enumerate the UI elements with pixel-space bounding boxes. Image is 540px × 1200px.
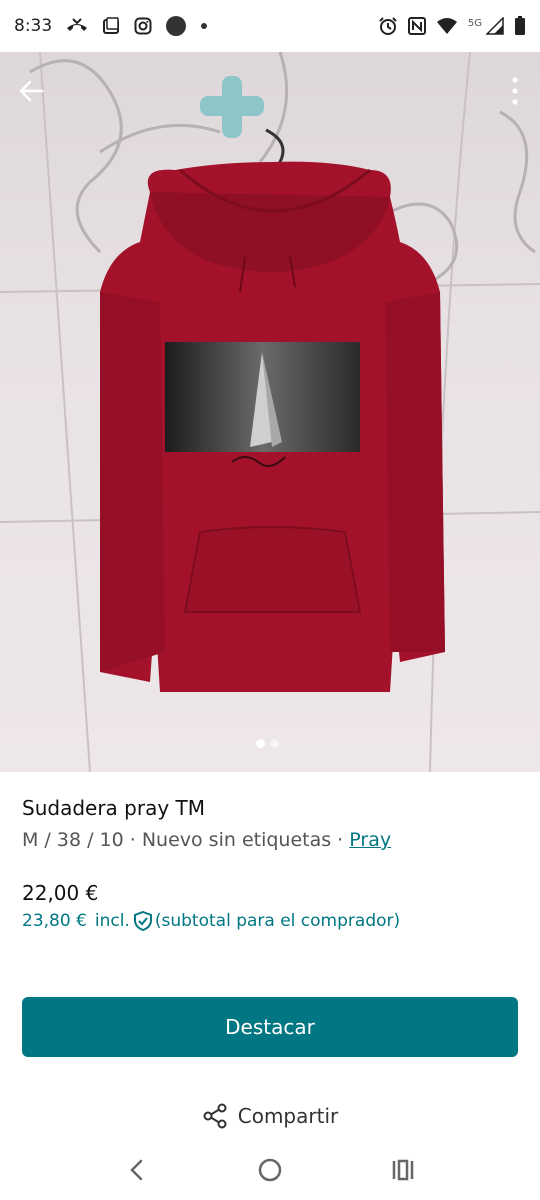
wifi-icon [436,17,458,35]
carousel-dot-1[interactable] [256,739,265,748]
buyer-price-info[interactable]: 23,80 € incl. (subtotal para el comprado… [22,911,400,931]
item-title: Sudadera pray TM [22,796,205,820]
arrow-left-icon [19,80,44,102]
nfc-icon [407,17,426,35]
brand-link[interactable]: Pray [349,829,391,851]
battery-icon [514,16,526,36]
shield-check-icon [133,911,153,931]
chevron-left-icon [129,1159,142,1181]
item-details: M / 38 / 10 · Nuevo sin etiquetas · Pray [22,829,391,851]
status-bar: 8:33 5G [0,0,540,52]
buyer-price: 23,80 € [22,911,87,931]
carousel-dot-2[interactable] [270,739,279,748]
promote-button[interactable]: Destacar [22,997,518,1057]
nav-back-button[interactable] [117,1150,157,1190]
buyer-price-note: (subtotal para el comprador) [154,911,401,931]
share-label: Compartir [237,1104,339,1128]
alarm-icon [378,16,398,36]
home-circle-icon [258,1158,282,1182]
nav-recents-button[interactable] [383,1150,423,1190]
instagram-icon [134,17,152,35]
buyer-price-incl: incl. [94,911,130,931]
share-button[interactable]: Compartir [202,1103,338,1129]
signal-icon [486,17,504,35]
circle-app-icon [166,16,187,36]
share-row: Compartir [0,1103,540,1129]
more-options-button[interactable] [502,74,528,108]
item-photo-carousel[interactable] [0,52,540,772]
status-time: 8:33 [14,16,53,36]
kebab-menu-icon [512,77,518,105]
missed-call-icon [66,18,88,34]
carousel-indicator [256,739,279,748]
item-size-condition: M / 38 / 10 · Nuevo sin etiquetas · [22,829,350,851]
dot-icon [200,22,208,30]
back-button[interactable] [14,74,48,108]
recents-icon [393,1159,414,1181]
screenshot-icon [102,17,120,35]
system-navigation-bar [0,1140,540,1200]
hoodie-photo [0,52,540,772]
item-price: 22,00 € [22,881,99,905]
nav-home-button[interactable] [250,1150,290,1190]
share-icon [203,1103,227,1129]
network-type-label: 5G [467,17,482,29]
